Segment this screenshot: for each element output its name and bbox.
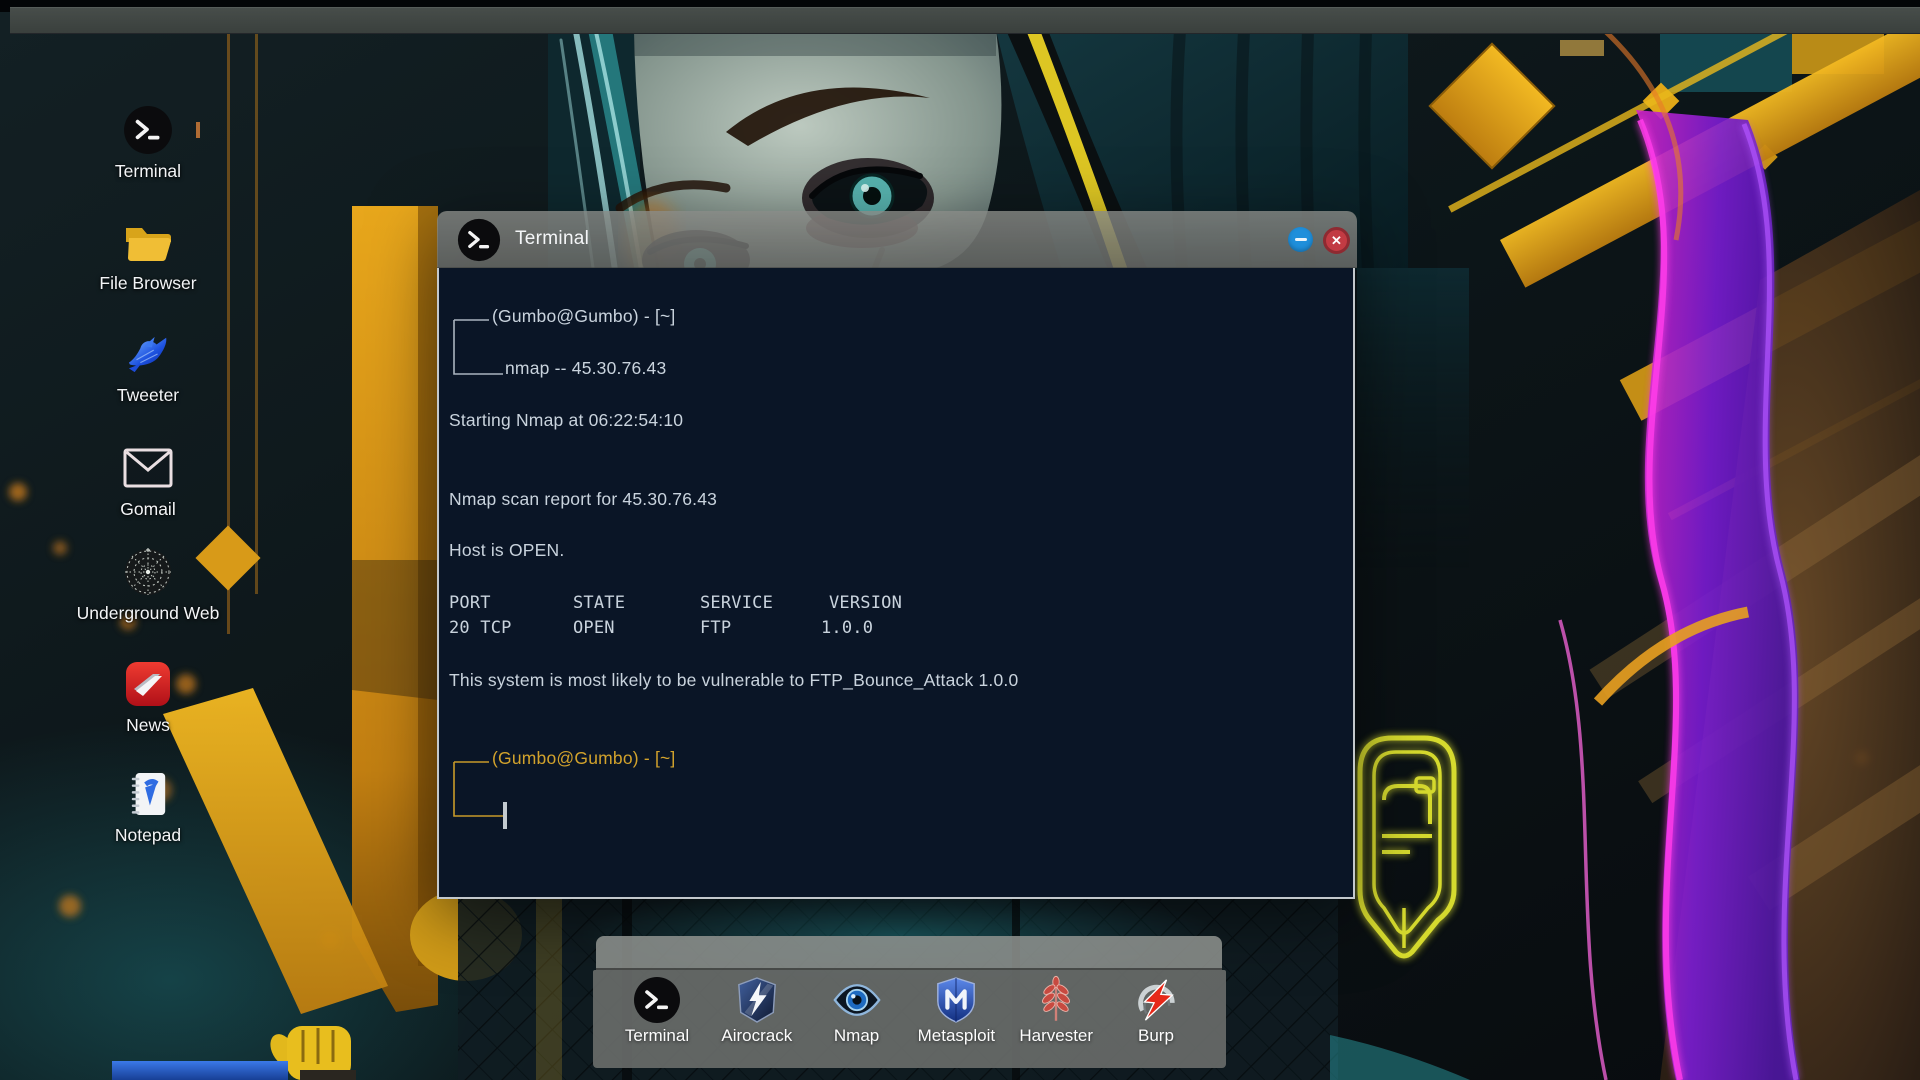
notepad-icon	[122, 768, 174, 820]
minimize-icon	[1294, 238, 1307, 241]
terminal-icon	[633, 976, 681, 1024]
eye-icon	[832, 976, 881, 1024]
vulnerability-line: This system is most likely to be vulnera…	[449, 670, 1019, 690]
desktop-icon-gomail[interactable]: Gomail	[63, 442, 233, 520]
dock-item-burp[interactable]: Burp	[1110, 976, 1202, 1068]
terminal-line: Host is OPEN.	[449, 540, 565, 560]
burst-bolt-icon	[1132, 976, 1180, 1024]
dock-item-label: Harvester	[1019, 1026, 1094, 1045]
shield-m-icon	[932, 976, 980, 1024]
desktop-icon-label: News	[126, 715, 170, 735]
bird-icon	[122, 328, 174, 380]
folder-icon	[122, 216, 174, 268]
dock-item-metasploit[interactable]: Metasploit	[910, 976, 1002, 1068]
terminal-line: Starting Nmap at 06:22:54:10	[449, 410, 684, 430]
prompt-user: (Gumbo@Gumbo) - [~]	[492, 748, 676, 768]
top-bar	[10, 7, 1920, 34]
window-titlebar[interactable]: Terminal ✕	[437, 211, 1357, 268]
desktop-icon-label: Notepad	[114, 825, 182, 845]
news-icon	[122, 658, 174, 710]
close-icon: ✕	[1331, 232, 1342, 248]
cell-service: FTP	[700, 618, 732, 638]
cell-version: 1.0.0	[821, 618, 874, 638]
col-header: SERVICE	[700, 593, 774, 613]
desktop-icon-file-browser[interactable]: File Browser	[63, 216, 233, 294]
dark-web-icon	[122, 546, 174, 598]
wheat-sprig-icon	[1032, 975, 1080, 1024]
terminal-icon	[122, 104, 174, 156]
dock-item-airocrack[interactable]: Airocrack	[711, 976, 803, 1068]
terminal-line: Nmap scan report for 45.30.76.43	[449, 489, 718, 509]
dock-item-label: Metasploit	[917, 1026, 996, 1045]
window-title: Terminal	[515, 228, 590, 249]
desktop-icon-label: Underground Web	[76, 603, 220, 623]
dock: Terminal Airocrack Nmap Metasploit Harve…	[593, 970, 1226, 1068]
dock-handle[interactable]	[596, 936, 1222, 970]
desktop-icon-label: Tweeter	[116, 385, 180, 405]
minimize-button[interactable]	[1288, 227, 1313, 252]
terminal-window: Terminal ✕ (Gumbo@Gumbo) - [~] nmap -- 4…	[437, 211, 1357, 899]
dock-item-harvester[interactable]: Harvester	[1010, 975, 1102, 1068]
terminal-cursor	[503, 802, 507, 829]
dock-item-label: Burp	[1138, 1026, 1174, 1045]
terminal-output[interactable]: (Gumbo@Gumbo) - [~] nmap -- 45.30.76.43 …	[437, 268, 1355, 899]
cell-state: OPEN	[573, 618, 615, 638]
dock-item-terminal[interactable]: Terminal	[611, 976, 703, 1068]
envelope-icon	[122, 442, 174, 494]
dock-item-nmap[interactable]: Nmap	[811, 976, 903, 1068]
desktop-icon-label: Gomail	[120, 499, 176, 519]
dock-item-label: Terminal	[624, 1026, 690, 1045]
prompt-command: nmap -- 45.30.76.43	[505, 358, 667, 378]
dock-item-label: Airocrack	[721, 1026, 793, 1045]
desktop-icon-label: Terminal	[114, 161, 182, 181]
desktop-icon-tweeter[interactable]: Tweeter	[63, 328, 233, 406]
col-header: VERSION	[829, 593, 903, 613]
col-header: PORT	[449, 593, 491, 613]
desktop-icon-terminal[interactable]: Terminal	[63, 104, 233, 182]
desktop-icon-news[interactable]: News	[63, 658, 233, 736]
dock-item-label: Nmap	[833, 1026, 880, 1045]
close-button[interactable]: ✕	[1323, 227, 1350, 254]
prompt-user: (Gumbo@Gumbo) - [~]	[492, 306, 676, 326]
desktop: Terminal File Browser Tweeter Gomail Und…	[0, 0, 1920, 1080]
desktop-icon-label: File Browser	[99, 273, 197, 293]
shield-bolt-icon	[733, 976, 781, 1024]
terminal-icon	[457, 218, 501, 262]
desktop-icon-notepad[interactable]: Notepad	[63, 768, 233, 846]
desktop-icon-underground-web[interactable]: Underground Web	[63, 546, 233, 624]
cell-port: 20 TCP	[449, 618, 512, 638]
col-header: STATE	[573, 593, 626, 613]
